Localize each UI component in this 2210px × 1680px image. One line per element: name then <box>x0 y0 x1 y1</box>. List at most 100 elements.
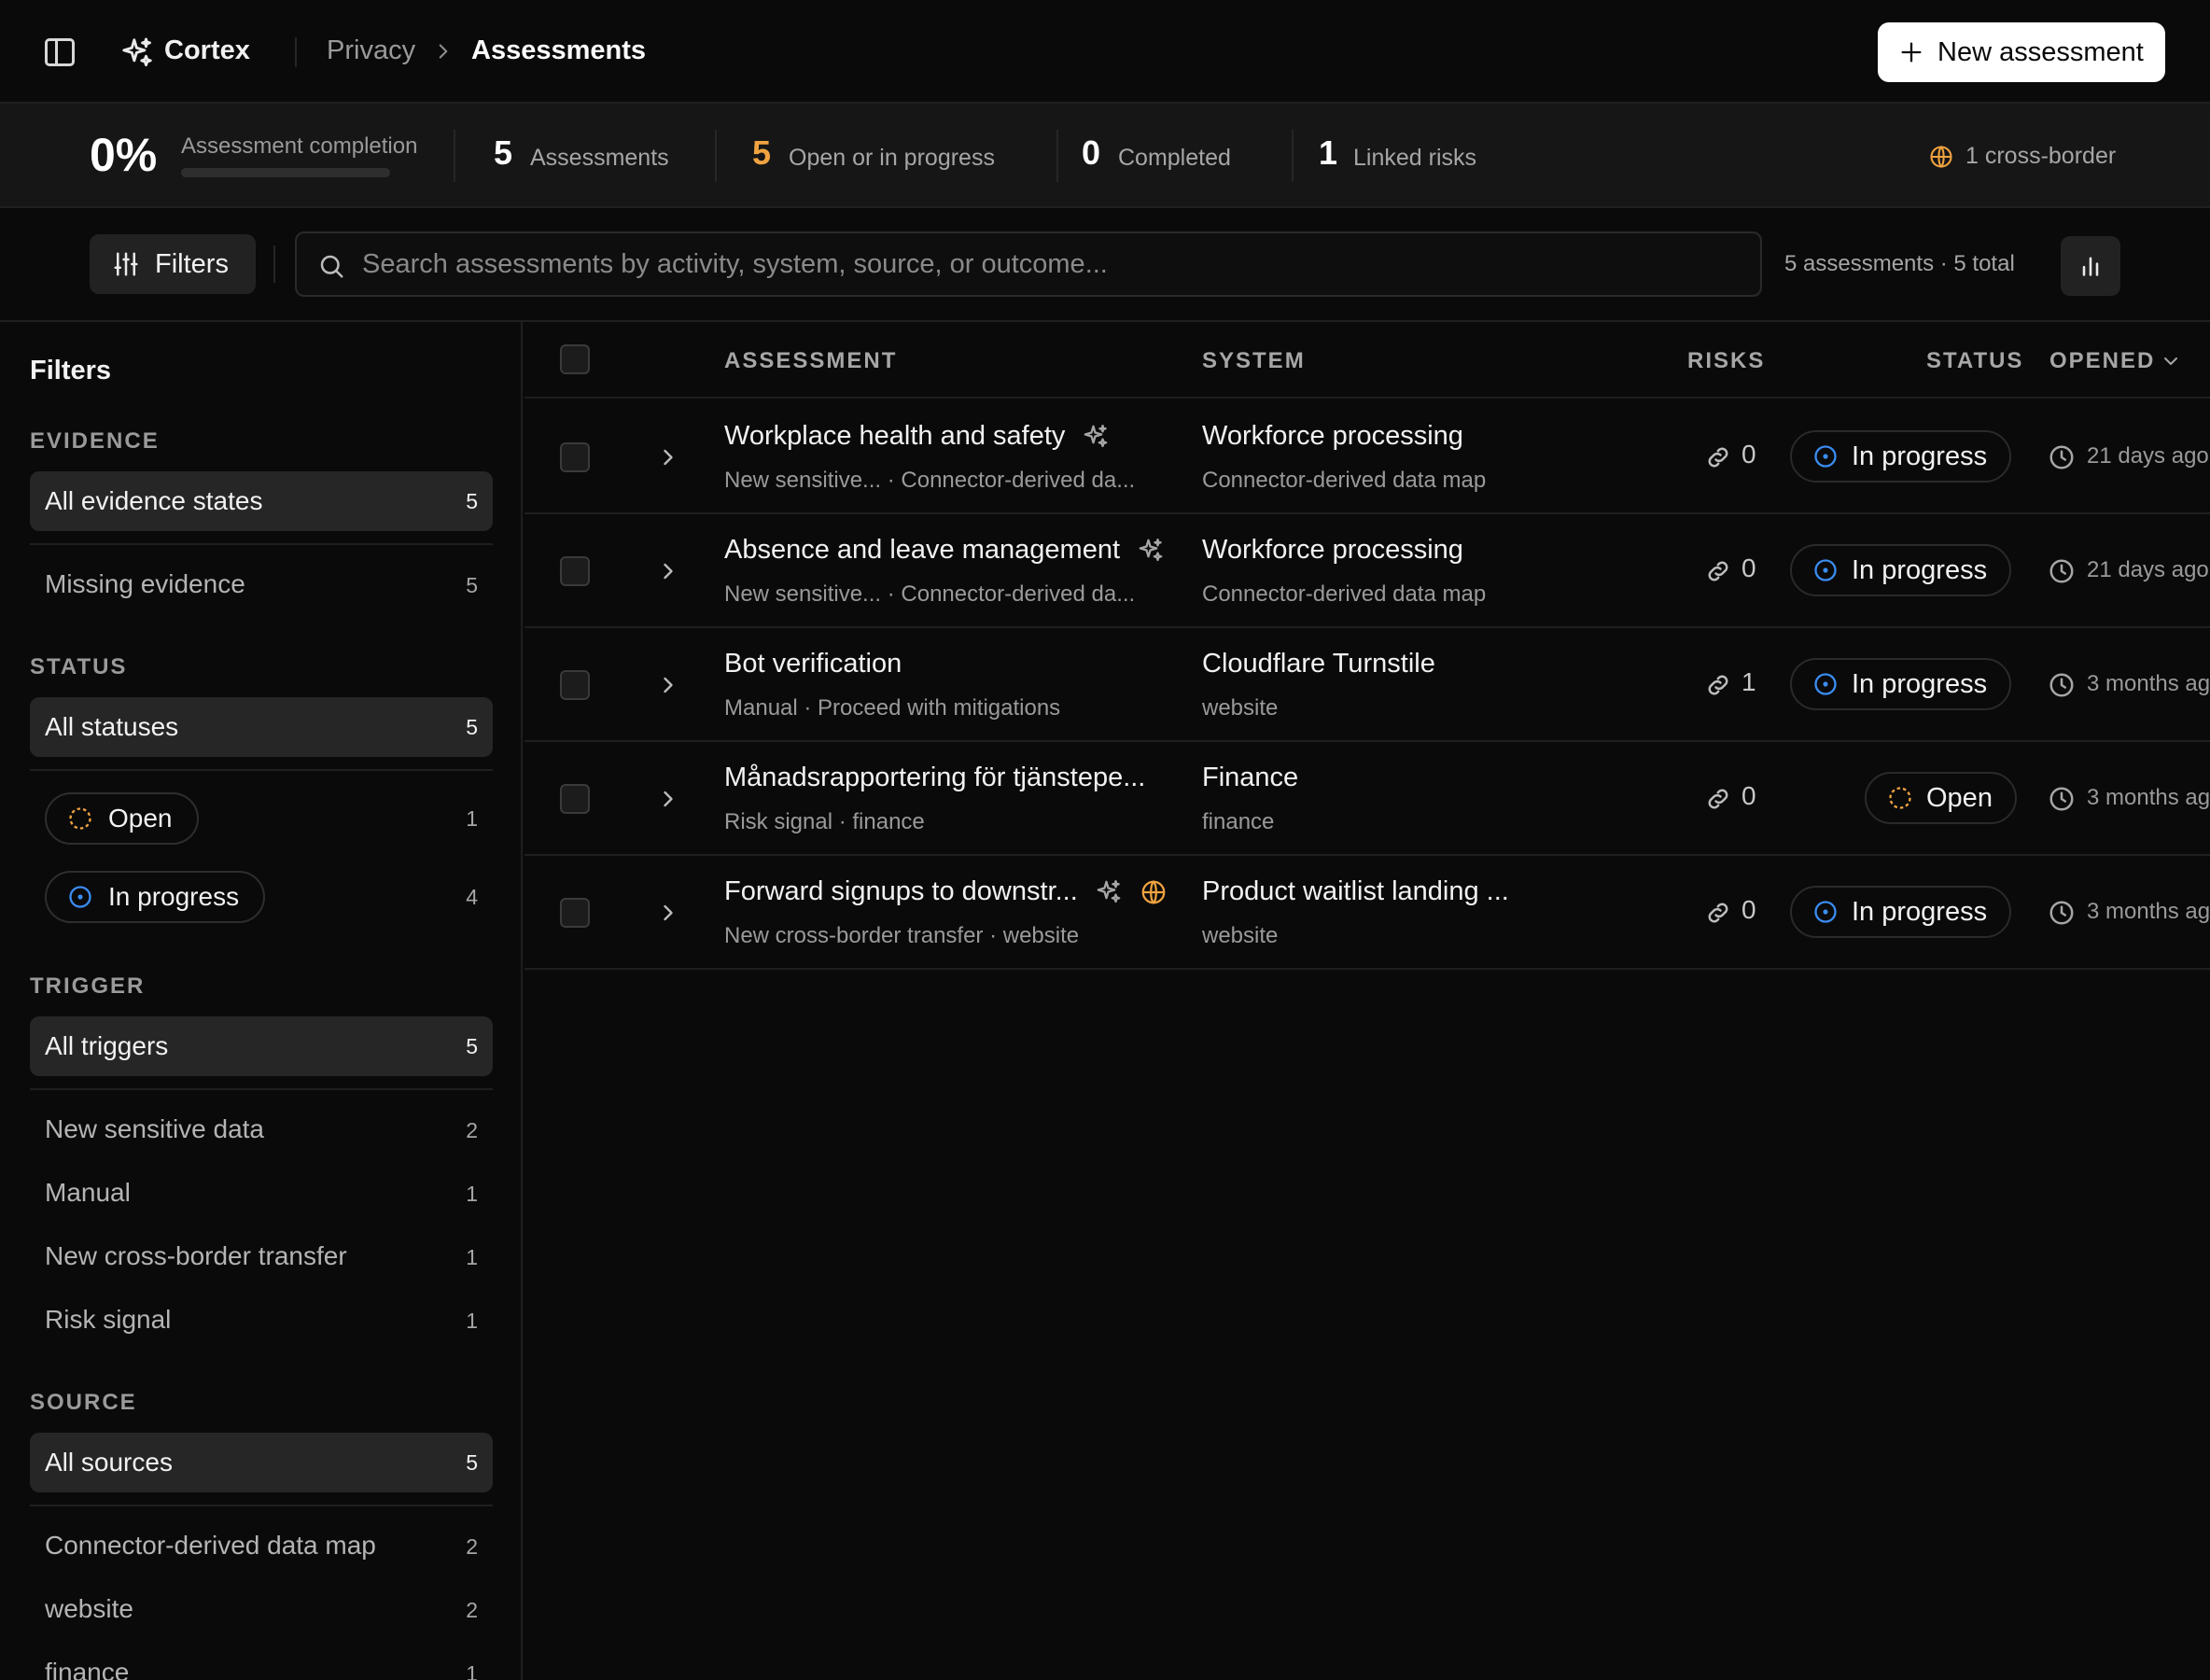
table-header: ASSESSMENT SYSTEM RISKS STATUS OPENED <box>525 322 2210 399</box>
filter-option-all-evidence[interactable]: All evidence states 5 <box>30 471 493 531</box>
clock-icon <box>2049 901 2074 925</box>
row-checkbox[interactable] <box>560 442 590 472</box>
chevron-right-icon[interactable] <box>655 786 681 812</box>
filter-option-all-statuses[interactable]: All statuses 5 <box>30 697 493 757</box>
filter-option-new-cross-border-transfer[interactable]: New cross-border transfer 1 <box>30 1234 493 1281</box>
status-label: In progress <box>1852 668 1988 699</box>
in-progress-status-icon <box>1814 673 1837 695</box>
bar-chart-icon <box>2082 257 2099 276</box>
filter-option-connector-derived-data-map[interactable]: Connector-derived data map 2 <box>30 1523 493 1570</box>
section-heading-trigger: TRIGGER <box>30 973 146 999</box>
row-checkbox[interactable] <box>560 670 590 700</box>
filter-option-label: Risk signal <box>45 1305 172 1334</box>
opened-time: 21 days ago <box>2087 557 2209 582</box>
assessment-title[interactable]: Workplace health and safety <box>724 421 1065 452</box>
table-row[interactable]: Workplace health and safety New sensitive… <box>525 400 2210 514</box>
sidebar-toggle-icon[interactable] <box>45 38 75 66</box>
chevron-right-icon[interactable] <box>655 444 681 470</box>
chart-view-button[interactable] <box>2061 236 2120 296</box>
system-source: Connector-derived data map <box>1202 468 1487 493</box>
filter-option-finance[interactable]: finance 1 <box>30 1650 493 1680</box>
opened-time: 3 months ago <box>2087 671 2210 696</box>
assessments-table: ASSESSMENT SYSTEM RISKS STATUS OPENED Wo… <box>525 322 2210 1680</box>
breadcrumb-privacy[interactable]: Privacy <box>327 35 415 66</box>
filter-option-manual[interactable]: Manual 1 <box>30 1170 493 1217</box>
risk-count: 0 <box>1741 781 1756 810</box>
divider <box>273 245 275 283</box>
in-progress-status-icon <box>1814 445 1837 468</box>
assessment-title[interactable]: Absence and leave management <box>724 535 1120 566</box>
column-header-risks[interactable]: RISKS <box>1687 348 1765 374</box>
chevron-right-icon <box>439 44 448 59</box>
filter-option-in-progress[interactable]: In progress 4 <box>30 871 493 923</box>
table-row[interactable]: Bot verification Manual · Proceed with mi… <box>525 628 2210 742</box>
filter-option-open[interactable]: Open 1 <box>30 792 493 845</box>
clock-icon <box>2049 559 2074 583</box>
sparkles-icon <box>1139 538 1163 561</box>
filter-option-all-triggers[interactable]: All triggers 5 <box>30 1016 493 1076</box>
row-checkbox[interactable] <box>560 784 590 814</box>
globe-icon <box>1141 879 1166 904</box>
link-icon <box>1708 447 1728 468</box>
in-progress-status-icon <box>69 886 91 908</box>
assessment-title[interactable]: Forward signups to downstr... <box>724 876 1078 907</box>
clock-icon <box>2049 445 2074 469</box>
chevron-down-icon[interactable] <box>2160 350 2182 372</box>
filter-option-new-sensitive-data[interactable]: New sensitive data 2 <box>30 1107 493 1154</box>
chevron-right-icon[interactable] <box>655 672 681 698</box>
chevron-right-icon[interactable] <box>655 558 681 584</box>
table-row[interactable]: Absence and leave management New sensitiv… <box>525 514 2210 628</box>
row-checkbox[interactable] <box>560 898 590 928</box>
link-icon <box>1708 903 1728 923</box>
assessment-title[interactable]: Månadsrapportering för tjänstepe... <box>724 763 1145 793</box>
open-status-icon <box>69 807 91 830</box>
status-label: In progress <box>1852 441 1988 471</box>
table-row[interactable]: Forward signups to downstr... New cross-b… <box>525 856 2210 970</box>
globe-icon <box>1930 146 1952 168</box>
breadcrumb-assessments: Assessments <box>471 35 646 65</box>
status-badge: Open <box>1865 772 2017 824</box>
filter-option-count: 5 <box>466 573 478 597</box>
status-badge: In progress <box>1790 544 2012 596</box>
row-checkbox[interactable] <box>560 556 590 586</box>
column-header-opened[interactable]: OPENED <box>2049 348 2155 374</box>
opened-time: 3 months ago <box>2087 899 2210 924</box>
filter-option-risk-signal[interactable]: Risk signal 1 <box>30 1297 493 1344</box>
table-row[interactable]: Månadsrapportering för tjänstepe... Risk … <box>525 742 2210 856</box>
filter-option-label: All triggers <box>45 1031 169 1060</box>
search-icon <box>320 255 343 278</box>
filter-option-count: 5 <box>466 715 478 739</box>
assessment-title-group: Månadsrapportering för tjänstepe... <box>724 763 1145 793</box>
filter-option-missing-evidence[interactable]: Missing evidence 5 <box>30 562 493 609</box>
sparkles-icon <box>1084 424 1108 447</box>
filter-bar: Filters 5 assessments · 5 total <box>0 208 2210 322</box>
assessment-subtitle: New sensitive... · Connector-derived da.… <box>724 581 1136 607</box>
plus-icon <box>1901 42 1922 63</box>
column-header-assessment[interactable]: ASSESSMENT <box>724 348 897 374</box>
new-assessment-button[interactable]: New assessment <box>1878 22 2165 82</box>
search-input[interactable] <box>362 233 1743 295</box>
column-header-system[interactable]: SYSTEM <box>1202 348 1306 374</box>
system-name: Workforce processing <box>1202 421 1463 451</box>
divider <box>1056 130 1058 182</box>
app-name[interactable]: Cortex <box>164 35 250 66</box>
filter-option-website[interactable]: website 2 <box>30 1587 493 1633</box>
chevron-right-icon[interactable] <box>655 900 681 926</box>
risk-count: 0 <box>1741 440 1756 469</box>
filter-option-label: In progress <box>108 882 240 911</box>
filter-option-count: 5 <box>466 1450 478 1475</box>
stat-linked-risks-label: Linked risks <box>1353 145 1476 171</box>
system-source: website <box>1202 695 1279 721</box>
stat-open-value: 5 <box>752 133 772 172</box>
cross-border-count[interactable]: 1 cross-border <box>1965 143 2116 170</box>
column-header-status[interactable]: STATUS <box>1926 348 2023 374</box>
divider <box>30 1505 493 1506</box>
assessment-title-group: Absence and leave management <box>724 535 1165 566</box>
assessment-title[interactable]: Bot verification <box>724 649 902 679</box>
filter-option-all-sources[interactable]: All sources 5 <box>30 1433 493 1492</box>
filter-option-count: 2 <box>466 1534 478 1559</box>
status-pill-in-progress: In progress <box>45 871 266 923</box>
filters-button[interactable]: Filters <box>90 234 256 294</box>
select-all-checkbox[interactable] <box>560 344 590 374</box>
status-label: In progress <box>1852 896 1988 927</box>
